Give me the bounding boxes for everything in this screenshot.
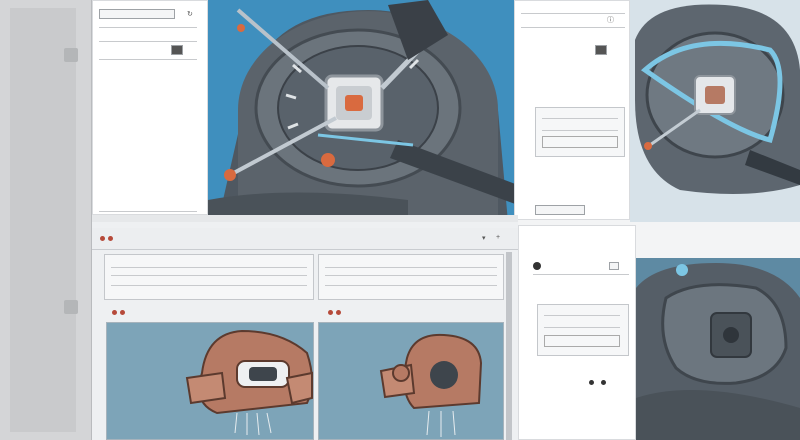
hub-core	[705, 86, 725, 104]
right-model-viewport[interactable]	[318, 322, 504, 440]
socket-core	[723, 327, 739, 343]
divider	[325, 285, 497, 286]
divider	[325, 275, 497, 276]
divider	[325, 267, 497, 268]
machine-rendering	[208, 0, 518, 222]
closeup-viewport[interactable]	[636, 258, 800, 440]
bottom-toolbar: ▾ +	[92, 228, 518, 250]
slider-track[interactable]	[542, 136, 618, 148]
vertical-scrollbar[interactable]	[506, 252, 512, 440]
apply-field[interactable]	[535, 205, 585, 215]
app-window: ↻ ⓘ ▾ +	[0, 0, 800, 440]
lower-property-panel	[518, 225, 636, 440]
sidebar-column	[10, 8, 76, 432]
divider	[521, 13, 625, 14]
record-indicator-2	[108, 236, 113, 241]
status-dot-6	[601, 380, 606, 385]
machine-closeup	[630, 0, 800, 222]
divider	[99, 211, 197, 212]
divider	[542, 130, 618, 131]
machine-detail	[636, 258, 800, 440]
left-model-viewport[interactable]	[106, 322, 314, 440]
part-model-right	[319, 323, 503, 439]
status-dot-2	[120, 310, 125, 315]
divider	[111, 275, 307, 276]
record-indicator	[100, 236, 105, 241]
lower-property-group	[537, 304, 629, 356]
small-button[interactable]	[609, 262, 619, 270]
left-view-header	[104, 254, 314, 300]
hub-core	[345, 95, 363, 111]
dropdown-button[interactable]	[171, 45, 183, 55]
divider	[542, 118, 618, 119]
knob-top	[237, 24, 245, 32]
divider	[111, 285, 307, 286]
divider	[99, 41, 197, 42]
radio-button[interactable]	[533, 262, 541, 270]
part-model-left	[107, 323, 313, 439]
info-icon[interactable]: ⓘ	[607, 15, 614, 25]
sidebar-handle[interactable]	[64, 48, 78, 62]
knob	[392, 364, 410, 382]
knob	[644, 142, 652, 150]
side-block-2	[285, 371, 313, 405]
toolbar-field[interactable]	[99, 9, 175, 19]
slider-track-2[interactable]	[544, 335, 620, 347]
property-panel: ⓘ	[514, 0, 630, 220]
status-dot-5	[589, 380, 594, 385]
divider	[111, 267, 307, 268]
status-dot	[112, 310, 117, 315]
plus-icon[interactable]: +	[496, 234, 500, 241]
divider	[544, 315, 620, 316]
knob-left	[224, 169, 236, 181]
divider	[521, 27, 625, 28]
right-view-header	[318, 254, 504, 300]
left-sidebar	[0, 0, 92, 440]
divider	[544, 327, 620, 328]
bottom-workspace: ▾ +	[92, 222, 518, 440]
secondary-viewport[interactable]	[630, 0, 800, 222]
side-block	[185, 371, 227, 405]
indicator	[676, 264, 688, 276]
opening	[430, 361, 458, 389]
chevron-icon[interactable]: ▾	[482, 234, 486, 242]
main-3d-viewport[interactable]	[208, 0, 518, 222]
settings-panel: ↻	[92, 0, 208, 215]
divider	[533, 274, 629, 275]
divider	[99, 59, 197, 60]
status-dot-4	[336, 310, 341, 315]
dropdown-button-2[interactable]	[595, 45, 607, 55]
sidebar-handle-2[interactable]	[64, 300, 78, 314]
property-group	[535, 107, 625, 157]
reset-icon[interactable]: ↻	[187, 10, 193, 18]
opening	[249, 367, 277, 381]
status-dot-3	[328, 310, 333, 315]
divider	[99, 27, 197, 28]
knob-center	[321, 153, 335, 167]
